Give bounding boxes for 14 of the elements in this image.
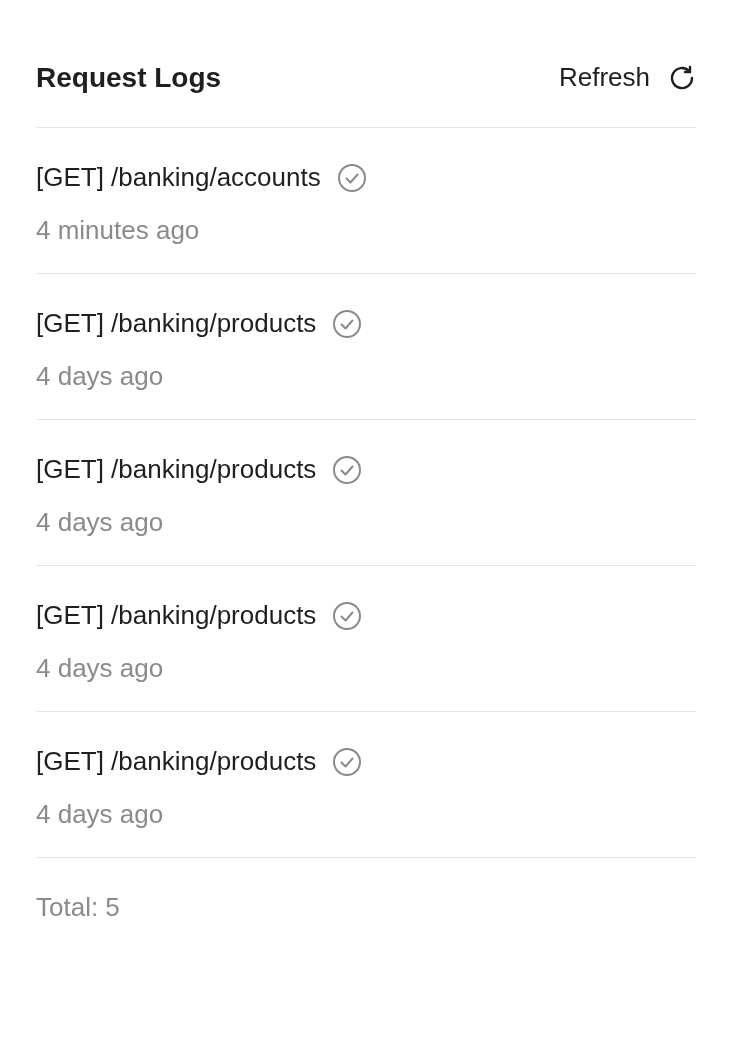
refresh-button[interactable]: Refresh xyxy=(558,58,696,97)
timestamp: 4 days ago xyxy=(36,506,165,539)
timestamp: 4 minutes ago xyxy=(36,214,201,247)
refresh-icon xyxy=(668,63,696,92)
request-path: [GET] /banking/products xyxy=(36,307,317,340)
request-path: [GET] /banking/products xyxy=(36,599,317,632)
timestamp: 4 days ago xyxy=(36,360,165,393)
request-path: [GET] /banking/products xyxy=(36,745,317,778)
page-title: Request Logs xyxy=(36,60,222,95)
total-count: Total: 5 xyxy=(36,891,121,924)
request-path: [GET] /banking/products xyxy=(36,453,317,486)
timestamp: 4 days ago xyxy=(36,652,165,685)
request-path: [GET] /banking/accounts xyxy=(36,161,321,194)
timestamp: 4 days ago xyxy=(36,798,165,831)
